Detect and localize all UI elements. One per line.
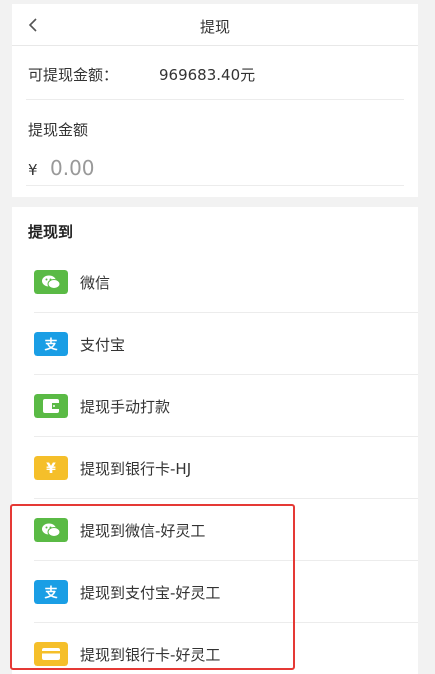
balance-row: 可提现金额： 969683.40元 [26, 46, 404, 100]
alipay-icon: 支 [34, 332, 68, 356]
amount-input-row: ¥ [26, 152, 404, 186]
method-item-alipay-hlg[interactable]: 支 提现到支付宝-好灵工 [12, 561, 418, 623]
method-label: 提现到银行卡-HJ [80, 460, 192, 478]
alipay-icon: 支 [34, 580, 68, 604]
currency-symbol: ¥ [28, 161, 38, 179]
method-item-bank-hj[interactable]: ¥ 提现到银行卡-HJ [12, 437, 418, 499]
section-title: 提现到 [28, 223, 74, 241]
svg-text:支: 支 [43, 585, 58, 601]
page-title: 提现 [199, 18, 230, 36]
svg-text:支: 支 [43, 337, 58, 353]
method-item-alipay[interactable]: 支 支付宝 [12, 313, 418, 375]
withdraw-method-panel: 提现到 微信 支 支付宝 提现手动打款 ¥ 提现到银行卡-HJ 提现到微信-好灵… [12, 207, 418, 674]
amount-label: 提现金额 [28, 121, 89, 139]
wallet-icon [34, 394, 68, 418]
balance-label: 可提现金额： [28, 66, 119, 84]
bank-card-icon [34, 642, 68, 666]
nav-header: 提现 [12, 4, 418, 46]
method-label: 微信 [80, 274, 111, 292]
method-label: 提现手动打款 [80, 398, 171, 416]
method-label: 提现到银行卡-好灵工 [80, 646, 221, 664]
wechat-icon [34, 270, 68, 294]
wechat-icon [34, 518, 68, 542]
method-label: 提现到支付宝-好灵工 [80, 584, 221, 602]
svg-text:¥: ¥ [46, 461, 56, 477]
method-item-manual[interactable]: 提现手动打款 [12, 375, 418, 437]
method-item-wechat[interactable]: 微信 [12, 251, 418, 313]
method-label: 支付宝 [80, 336, 126, 354]
method-item-wechat-hlg[interactable]: 提现到微信-好灵工 [12, 499, 418, 561]
method-label: 提现到微信-好灵工 [80, 522, 206, 540]
yen-icon: ¥ [34, 456, 68, 480]
balance-value: 969683.40元 [159, 66, 256, 84]
amount-input[interactable] [50, 154, 390, 182]
withdraw-panel: 提现 可提现金额： 969683.40元 提现金额 ¥ [12, 4, 418, 197]
method-item-bank-hlg[interactable]: 提现到银行卡-好灵工 [12, 623, 418, 674]
